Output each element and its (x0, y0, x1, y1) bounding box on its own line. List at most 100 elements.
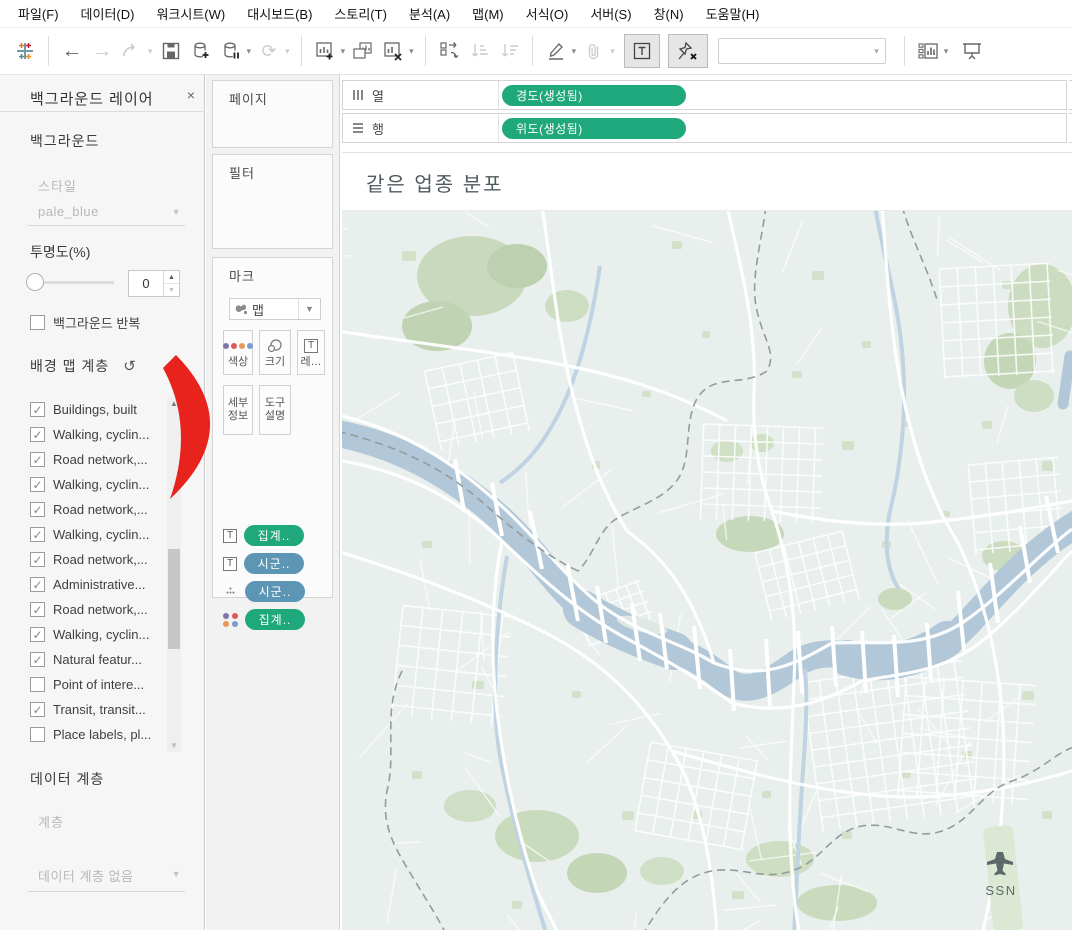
repeat-background-checkbox[interactable] (30, 315, 45, 330)
layer-label: Place labels, pl... (53, 727, 152, 742)
back-button[interactable]: ← (57, 34, 87, 68)
scroll-down-icon[interactable]: ▼ (170, 741, 178, 750)
mark-pill[interactable]: 집계.. (245, 609, 305, 630)
menu-item[interactable]: 워크시트(W) (146, 0, 235, 27)
close-icon[interactable]: × (187, 87, 195, 103)
pages-card[interactable]: 페이지 (212, 80, 333, 148)
redo-button[interactable] (117, 34, 147, 68)
layer-checkbox[interactable]: ✓ (30, 502, 45, 517)
forward-button[interactable]: → (87, 34, 117, 68)
layer-checkbox[interactable]: ✓ (30, 627, 45, 642)
highlight-button[interactable] (541, 34, 571, 68)
tooltip-button[interactable]: 도구설명 (259, 385, 291, 435)
redo-caret-icon[interactable]: ▾ (148, 46, 153, 57)
detail-icon[interactable]: • • • • (223, 586, 238, 597)
panel-title: 백그라운드 레이어 (30, 91, 154, 108)
menu-item[interactable]: 파일(F) (8, 0, 69, 27)
sort-ascending-button[interactable] (464, 34, 494, 68)
rows-pill[interactable]: 위도(생성됨) (502, 117, 686, 139)
menu-item[interactable]: 서식(O) (516, 0, 579, 27)
menu-item[interactable]: 데이터(D) (71, 0, 145, 27)
show-me-caret-icon[interactable]: ▾ (944, 46, 949, 57)
layer-label: Buildings, built (53, 402, 137, 417)
clear-sheet-button[interactable] (378, 34, 408, 68)
layer-checkbox[interactable]: ✓ (30, 477, 45, 492)
layer-list-scrollbar[interactable]: ▲ ▼ (167, 397, 181, 752)
spinner-down-icon[interactable]: ▼ (164, 284, 179, 296)
menu-item[interactable]: 도움말(H) (696, 0, 770, 27)
columns-pill[interactable]: 경도(생성됨) (502, 84, 686, 106)
layer-checkbox[interactable]: ✓ (30, 527, 45, 542)
color-icon[interactable] (223, 612, 238, 627)
new-worksheet-button[interactable] (310, 34, 340, 68)
detail-button[interactable]: 세부정보 (223, 385, 253, 435)
highlight-caret-icon[interactable]: ▾ (572, 46, 577, 57)
duplicate-sheet-button[interactable] (348, 34, 378, 68)
group-members-button[interactable] (579, 34, 609, 68)
mark-pill[interactable]: 시군.. (245, 581, 305, 602)
save-button[interactable] (156, 34, 186, 68)
swap-axes-button[interactable] (434, 34, 464, 68)
layer-checkbox[interactable]: ✓ (30, 427, 45, 442)
mark-type-select[interactable]: 맵 ▼ (229, 298, 321, 320)
opacity-slider[interactable] (26, 272, 114, 292)
fit-selector[interactable]: ▾ (717, 38, 886, 64)
toolbar-separator (48, 36, 49, 66)
layer-checkbox[interactable] (30, 677, 45, 692)
label-icon[interactable]: T (223, 556, 237, 571)
mark-pill[interactable]: 시군.. (244, 553, 304, 574)
chevron-down-icon[interactable]: ▼ (298, 299, 320, 319)
label-button[interactable]: T 레… (297, 330, 325, 375)
layer-label: Walking, cyclin... (53, 427, 150, 442)
menu-item[interactable]: 대시보드(B) (237, 0, 322, 27)
layer-checkbox[interactable] (30, 727, 45, 742)
map-layer-row: ✓ Administrative... (0, 572, 167, 597)
scroll-up-icon[interactable]: ▲ (170, 399, 178, 408)
layer-checkbox[interactable]: ✓ (30, 702, 45, 717)
add-data-button[interactable] (186, 34, 216, 68)
map-layer-row: ✓ Walking, cyclin... (0, 622, 167, 647)
layer-checkbox[interactable]: ✓ (30, 452, 45, 467)
rows-shelf[interactable]: 행 위도(생성됨) (342, 113, 1067, 143)
menu-item[interactable]: 창(N) (644, 0, 694, 27)
menu-item[interactable]: 서버(S) (580, 0, 641, 27)
clear-sheet-caret-icon[interactable]: ▾ (409, 46, 414, 57)
layer-checkbox[interactable]: ✓ (30, 402, 45, 417)
menu-item[interactable]: 스토리(T) (324, 0, 396, 27)
new-worksheet-caret-icon[interactable]: ▾ (341, 46, 346, 57)
pause-data-caret-icon[interactable]: ▾ (247, 46, 252, 57)
layer-label: Road network,... (53, 602, 148, 617)
sort-descending-button[interactable] (494, 34, 524, 68)
refresh-data-button[interactable]: ⟳ (254, 34, 284, 68)
scrollbar-thumb[interactable] (168, 549, 180, 649)
menu-item[interactable]: 분석(A) (399, 0, 460, 27)
reset-layers-icon[interactable]: ↺ (123, 357, 136, 375)
spinner-up-icon[interactable]: ▲ (164, 271, 179, 284)
menu-item[interactable]: 맵(M) (462, 0, 513, 27)
data-layer-select[interactable]: 데이터 계층 없음 ▼ (28, 863, 185, 892)
opacity-input[interactable] (129, 271, 163, 296)
layer-checkbox[interactable]: ✓ (30, 602, 45, 617)
map-view[interactable]: SSN (342, 210, 1072, 930)
style-select-value: pale_blue (38, 204, 99, 219)
pause-data-button[interactable] (216, 34, 246, 68)
layer-checkbox[interactable]: ✓ (30, 577, 45, 592)
columns-shelf[interactable]: 열 경도(생성됨) (342, 80, 1067, 110)
presentation-mode-button[interactable] (957, 34, 987, 68)
color-button[interactable]: 색상 (223, 330, 253, 375)
show-mark-labels-button[interactable] (623, 34, 660, 68)
size-button[interactable]: 크기 (259, 330, 291, 375)
style-select[interactable]: pale_blue ▼ (28, 201, 185, 226)
mark-pill[interactable]: 집계.. (244, 525, 304, 546)
show-me-button[interactable] (913, 34, 943, 68)
label-icon[interactable]: T (223, 528, 237, 543)
layer-checkbox[interactable]: ✓ (30, 552, 45, 567)
opacity-slider-handle[interactable] (26, 273, 44, 291)
layer-label: Point of intere... (53, 677, 145, 692)
refresh-caret-icon[interactable]: ▾ (285, 46, 290, 57)
filters-card[interactable]: 필터 (212, 154, 333, 249)
color-icon (223, 337, 253, 355)
fix-axes-button[interactable] (667, 34, 708, 68)
group-members-caret-icon[interactable]: ▾ (610, 46, 615, 57)
layer-checkbox[interactable]: ✓ (30, 652, 45, 667)
